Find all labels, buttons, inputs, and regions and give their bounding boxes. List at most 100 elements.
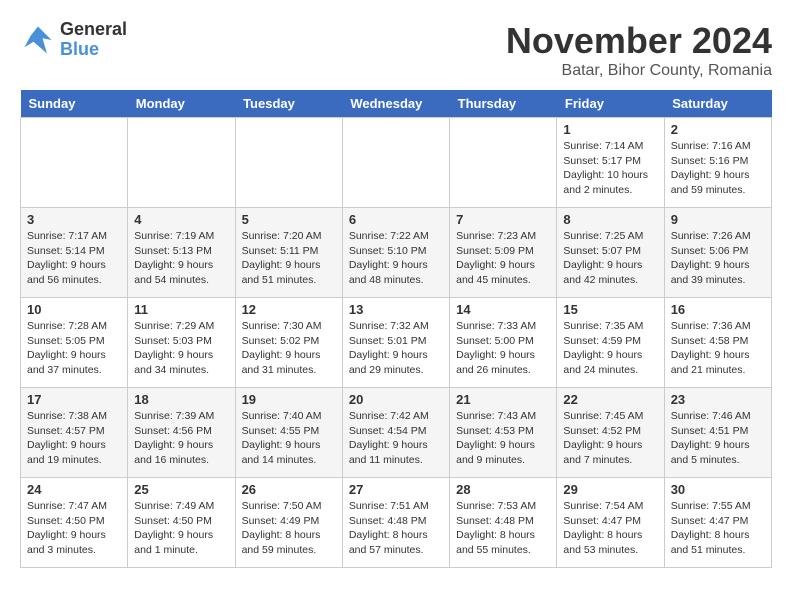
calendar-cell <box>342 118 449 208</box>
cell-content: Sunrise: 7:14 AM Sunset: 5:17 PM Dayligh… <box>563 139 657 198</box>
day-number: 17 <box>27 392 121 407</box>
cell-content: Sunrise: 7:55 AM Sunset: 4:47 PM Dayligh… <box>671 499 765 558</box>
cell-content: Sunrise: 7:29 AM Sunset: 5:03 PM Dayligh… <box>134 319 228 378</box>
calendar-cell <box>128 118 235 208</box>
column-header-monday: Monday <box>128 90 235 118</box>
cell-content: Sunrise: 7:35 AM Sunset: 4:59 PM Dayligh… <box>563 319 657 378</box>
calendar-table: SundayMondayTuesdayWednesdayThursdayFrid… <box>20 90 772 568</box>
calendar-cell: 23 Sunrise: 7:46 AM Sunset: 4:51 PM Dayli… <box>664 388 771 478</box>
day-number: 29 <box>563 482 657 497</box>
cell-content: Sunrise: 7:36 AM Sunset: 4:58 PM Dayligh… <box>671 319 765 378</box>
calendar-cell: 27Sunrise: 7:51 AM Sunset: 4:48 PM Dayli… <box>342 478 449 568</box>
day-number: 7 <box>456 212 550 227</box>
cell-content: Sunrise: 7:42 AM Sunset: 4:54 PM Dayligh… <box>349 409 443 468</box>
calendar-cell: 29 Sunrise: 7:54 AM Sunset: 4:47 PM Dayli… <box>557 478 664 568</box>
calendar-cell: 2 Sunrise: 7:16 AM Sunset: 5:16 PM Daylig… <box>664 118 771 208</box>
day-number: 2 <box>671 122 765 137</box>
column-header-friday: Friday <box>557 90 664 118</box>
cell-content: Sunrise: 7:50 AM Sunset: 4:49 PM Dayligh… <box>242 499 336 558</box>
cell-content: Sunrise: 7:23 AM Sunset: 5:09 PM Dayligh… <box>456 229 550 288</box>
cell-content: Sunrise: 7:51 AM Sunset: 4:48 PM Dayligh… <box>349 499 443 558</box>
calendar-cell: 3 Sunrise: 7:17 AM Sunset: 5:14 PM Daylig… <box>21 208 128 298</box>
day-number: 26 <box>242 482 336 497</box>
cell-content: Sunrise: 7:46 AM Sunset: 4:51 PM Dayligh… <box>671 409 765 468</box>
cell-content: Sunrise: 7:38 AM Sunset: 4:57 PM Dayligh… <box>27 409 121 468</box>
day-number: 4 <box>134 212 228 227</box>
calendar-cell: 22 Sunrise: 7:45 AM Sunset: 4:52 PM Dayli… <box>557 388 664 478</box>
cell-content: Sunrise: 7:25 AM Sunset: 5:07 PM Dayligh… <box>563 229 657 288</box>
day-number: 25 <box>134 482 228 497</box>
cell-content: Sunrise: 7:26 AM Sunset: 5:06 PM Dayligh… <box>671 229 765 288</box>
calendar-cell: 8 Sunrise: 7:25 AM Sunset: 5:07 PM Daylig… <box>557 208 664 298</box>
logo-line2: Blue <box>60 40 127 60</box>
day-number: 8 <box>563 212 657 227</box>
calendar-cell: 18 Sunrise: 7:39 AM Sunset: 4:56 PM Dayli… <box>128 388 235 478</box>
calendar-week-1: 1 Sunrise: 7:14 AM Sunset: 5:17 PM Daylig… <box>21 118 772 208</box>
day-number: 23 <box>671 392 765 407</box>
title-area: November 2024 Batar, Bihor County, Roman… <box>506 20 772 80</box>
calendar-header-row: SundayMondayTuesdayWednesdayThursdayFrid… <box>21 90 772 118</box>
page-subtitle: Batar, Bihor County, Romania <box>506 62 772 80</box>
column-header-saturday: Saturday <box>664 90 771 118</box>
day-number: 3 <box>27 212 121 227</box>
cell-content: Sunrise: 7:28 AM Sunset: 5:05 PM Dayligh… <box>27 319 121 378</box>
calendar-cell <box>235 118 342 208</box>
day-number: 16 <box>671 302 765 317</box>
header: General Blue November 2024 Batar, Bihor … <box>20 20 772 80</box>
cell-content: Sunrise: 7:33 AM Sunset: 5:00 PM Dayligh… <box>456 319 550 378</box>
cell-content: Sunrise: 7:39 AM Sunset: 4:56 PM Dayligh… <box>134 409 228 468</box>
cell-content: Sunrise: 7:16 AM Sunset: 5:16 PM Dayligh… <box>671 139 765 198</box>
cell-content: Sunrise: 7:47 AM Sunset: 4:50 PM Dayligh… <box>27 499 121 558</box>
calendar-cell: 28 Sunrise: 7:53 AM Sunset: 4:48 PM Dayli… <box>450 478 557 568</box>
calendar-week-4: 17 Sunrise: 7:38 AM Sunset: 4:57 PM Dayli… <box>21 388 772 478</box>
day-number: 20 <box>349 392 443 407</box>
calendar-cell: 19 Sunrise: 7:40 AM Sunset: 4:55 PM Dayli… <box>235 388 342 478</box>
calendar-cell: 30 Sunrise: 7:55 AM Sunset: 4:47 PM Dayli… <box>664 478 771 568</box>
cell-content: Sunrise: 7:43 AM Sunset: 4:53 PM Dayligh… <box>456 409 550 468</box>
day-number: 1 <box>563 122 657 137</box>
logo: General Blue <box>20 20 127 60</box>
day-number: 15 <box>563 302 657 317</box>
calendar-cell: 25 Sunrise: 7:49 AM Sunset: 4:50 PM Dayli… <box>128 478 235 568</box>
cell-content: Sunrise: 7:54 AM Sunset: 4:47 PM Dayligh… <box>563 499 657 558</box>
cell-content: Sunrise: 7:53 AM Sunset: 4:48 PM Dayligh… <box>456 499 550 558</box>
cell-content: Sunrise: 7:45 AM Sunset: 4:52 PM Dayligh… <box>563 409 657 468</box>
day-number: 19 <box>242 392 336 407</box>
cell-content: Sunrise: 7:20 AM Sunset: 5:11 PM Dayligh… <box>242 229 336 288</box>
day-number: 11 <box>134 302 228 317</box>
day-number: 9 <box>671 212 765 227</box>
cell-content: Sunrise: 7:17 AM Sunset: 5:14 PM Dayligh… <box>27 229 121 288</box>
calendar-cell: 14 Sunrise: 7:33 AM Sunset: 5:00 PM Dayli… <box>450 298 557 388</box>
cell-content: Sunrise: 7:40 AM Sunset: 4:55 PM Dayligh… <box>242 409 336 468</box>
column-header-tuesday: Tuesday <box>235 90 342 118</box>
calendar-week-2: 3 Sunrise: 7:17 AM Sunset: 5:14 PM Daylig… <box>21 208 772 298</box>
calendar-cell: 26 Sunrise: 7:50 AM Sunset: 4:49 PM Dayli… <box>235 478 342 568</box>
day-number: 30 <box>671 482 765 497</box>
calendar-cell: 7 Sunrise: 7:23 AM Sunset: 5:09 PM Daylig… <box>450 208 557 298</box>
calendar-week-3: 10Sunrise: 7:28 AM Sunset: 5:05 PM Dayli… <box>21 298 772 388</box>
logo-icon <box>20 22 56 58</box>
day-number: 22 <box>563 392 657 407</box>
calendar-cell: 13Sunrise: 7:32 AM Sunset: 5:01 PM Dayli… <box>342 298 449 388</box>
day-number: 14 <box>456 302 550 317</box>
day-number: 6 <box>349 212 443 227</box>
cell-content: Sunrise: 7:22 AM Sunset: 5:10 PM Dayligh… <box>349 229 443 288</box>
calendar-cell: 12 Sunrise: 7:30 AM Sunset: 5:02 PM Dayli… <box>235 298 342 388</box>
calendar-cell: 16 Sunrise: 7:36 AM Sunset: 4:58 PM Dayli… <box>664 298 771 388</box>
calendar-cell: 1 Sunrise: 7:14 AM Sunset: 5:17 PM Daylig… <box>557 118 664 208</box>
cell-content: Sunrise: 7:49 AM Sunset: 4:50 PM Dayligh… <box>134 499 228 558</box>
calendar-cell: 24 Sunrise: 7:47 AM Sunset: 4:50 PM Dayli… <box>21 478 128 568</box>
cell-content: Sunrise: 7:30 AM Sunset: 5:02 PM Dayligh… <box>242 319 336 378</box>
day-number: 21 <box>456 392 550 407</box>
calendar-cell <box>21 118 128 208</box>
day-number: 12 <box>242 302 336 317</box>
column-header-sunday: Sunday <box>21 90 128 118</box>
day-number: 24 <box>27 482 121 497</box>
calendar-cell: 17 Sunrise: 7:38 AM Sunset: 4:57 PM Dayli… <box>21 388 128 478</box>
calendar-cell <box>450 118 557 208</box>
calendar-cell: 15 Sunrise: 7:35 AM Sunset: 4:59 PM Dayli… <box>557 298 664 388</box>
day-number: 13 <box>349 302 443 317</box>
day-number: 28 <box>456 482 550 497</box>
column-header-thursday: Thursday <box>450 90 557 118</box>
day-number: 18 <box>134 392 228 407</box>
